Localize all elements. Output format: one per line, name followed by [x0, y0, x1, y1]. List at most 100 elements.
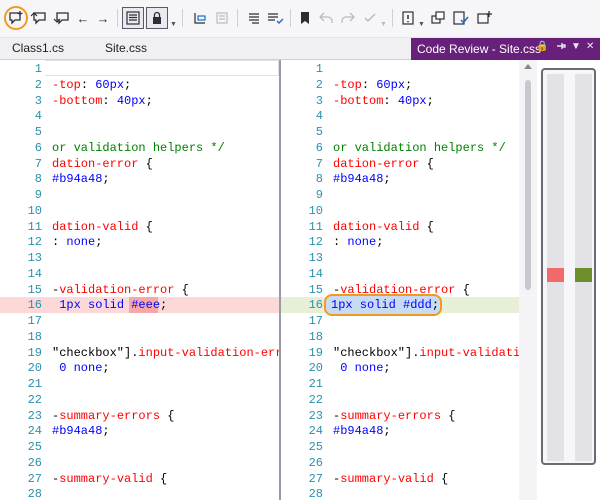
toolbar-separator	[290, 9, 291, 27]
line-number: 22	[308, 392, 323, 407]
code-line[interactable]: -top: 60px;	[333, 77, 412, 93]
line-number: 13	[27, 251, 42, 265]
scroll-up-icon[interactable]	[524, 64, 532, 69]
line-number: 6	[34, 140, 42, 155]
line-number: 3	[315, 93, 323, 108]
line-number: 27	[308, 471, 323, 486]
previous-change-icon[interactable]	[192, 8, 208, 28]
code-line[interactable]: -summary-valid {	[52, 471, 167, 487]
overview-added-marker[interactable]	[575, 268, 592, 282]
line-number: 5	[315, 125, 323, 139]
code-line[interactable]: #b94a48;	[52, 423, 110, 439]
review-check-icon[interactable]	[452, 8, 470, 28]
line-number: 7	[34, 156, 42, 171]
vertical-scrollbar[interactable]	[519, 60, 537, 500]
line-number: 23	[308, 408, 323, 423]
code-line[interactable]: -summary-errors {	[52, 408, 174, 424]
code-line[interactable]: -bottom: 40px;	[52, 93, 153, 109]
toolbar: ← → ▼ ▼ ▼	[0, 0, 600, 38]
line-number: 12	[308, 235, 323, 250]
line-number: 14	[27, 266, 42, 281]
code-line[interactable]: -bottom: 40px;	[333, 93, 434, 109]
tab-site-css[interactable]: Site.css	[105, 41, 147, 55]
code-line[interactable]: dation-valid {	[333, 219, 434, 235]
add-comment-icon[interactable]	[8, 8, 24, 28]
code-line[interactable]: -top: 60px;	[52, 77, 131, 93]
line-number: 17	[308, 314, 323, 328]
line-number: 7	[315, 156, 323, 171]
line-number: 11	[308, 219, 323, 234]
code-line[interactable]: "checkbox"].input-validation	[333, 345, 519, 361]
code-line[interactable]: -summary-valid {	[333, 471, 448, 487]
overview-deleted-marker[interactable]	[547, 268, 564, 282]
line-number: 21	[308, 377, 323, 391]
code-line[interactable]: 1px solid #eee;	[52, 297, 167, 313]
reply-disabled-icon	[318, 8, 334, 28]
lock-scroll-icon[interactable]	[149, 8, 165, 28]
line-number: 27	[27, 471, 42, 486]
line-number: 8	[315, 172, 323, 187]
line-number: 2	[315, 77, 323, 92]
line-number: 15	[308, 282, 323, 297]
line-number: 21	[27, 377, 42, 391]
toolbar-separator	[237, 9, 238, 27]
line-number: 4	[34, 109, 42, 124]
code-line[interactable]: #b94a48;	[333, 423, 391, 439]
issue-dropdown-icon[interactable]: ▼	[418, 21, 425, 28]
accept-disabled-icon	[362, 8, 378, 28]
line-number: 4	[315, 109, 323, 124]
code-line[interactable]: #b94a48;	[333, 171, 391, 187]
code-line[interactable]: "checkbox"].input-validation-erro	[52, 345, 279, 361]
tab-code-review-site-css[interactable]: Code Review - Site.css 🔒 ▼ ✕	[411, 38, 600, 60]
new-window-icon[interactable]	[476, 8, 494, 28]
toolbar-separator	[117, 9, 118, 27]
show-whitespace-icon[interactable]	[246, 8, 262, 28]
code-line[interactable]: dation-error {	[52, 156, 153, 172]
pin-icon[interactable]	[556, 41, 566, 54]
code-line[interactable]: or validation helpers */	[333, 140, 506, 156]
tab-overflow-icon[interactable]: ▼	[571, 41, 581, 52]
line-number: 19	[308, 345, 323, 360]
tab-class1-cs[interactable]: Class1.cs	[12, 41, 64, 55]
line-number: 2	[34, 77, 42, 92]
code-line[interactable]: or validation helpers */	[52, 140, 225, 156]
line-number: 6	[315, 140, 323, 155]
line-number: 9	[315, 188, 323, 202]
line-number: 28	[308, 487, 323, 500]
code-line[interactable]: dation-valid {	[52, 219, 153, 235]
line-number: 9	[34, 188, 42, 202]
side-by-side-icon[interactable]	[125, 8, 141, 28]
code-line[interactable]: : none;	[333, 234, 383, 250]
code-line[interactable]: dation-error {	[333, 156, 434, 172]
code-line[interactable]: 1px solid #ddd;	[331, 297, 439, 313]
line-number: 14	[308, 266, 323, 281]
code-line[interactable]: -validation-error {	[52, 282, 189, 298]
preview-lock-icon[interactable]: 🔒	[536, 41, 548, 52]
toolbar-overflow-icon[interactable]: ▼	[170, 21, 177, 28]
code-line[interactable]: -summary-errors {	[333, 408, 455, 424]
ignore-whitespace-icon[interactable]	[266, 8, 284, 28]
close-tab-icon[interactable]: ✕	[586, 41, 594, 52]
code-line[interactable]: 0 none;	[52, 360, 109, 376]
active-tab-label: Code Review - Site.css	[417, 42, 542, 56]
line-number: 23	[27, 408, 42, 423]
bookmark-icon[interactable]	[298, 8, 312, 28]
line-number: 1	[34, 62, 42, 76]
left-diff-pane[interactable]: 1 2 -top: 60px; 3 -bottom: 40px; 4 5 6 or valida…	[0, 60, 279, 500]
diff-overview-map[interactable]	[541, 68, 596, 465]
right-diff-pane[interactable]: 1 2 -top: 60px; 3 -bottom: 40px; 4 5 6 or valida…	[281, 60, 519, 500]
line-number: 12	[27, 235, 42, 250]
previous-comment-icon[interactable]	[30, 8, 48, 28]
issue-icon[interactable]	[400, 8, 416, 28]
back-arrow-icon[interactable]: ←	[76, 8, 90, 28]
code-line[interactable]: : none;	[52, 234, 102, 250]
code-line[interactable]: #b94a48;	[52, 171, 110, 187]
copy-window-icon[interactable]	[430, 8, 446, 28]
scroll-thumb[interactable]	[525, 80, 531, 290]
code-line[interactable]: 0 none;	[333, 360, 390, 376]
line-number: 20	[308, 361, 323, 376]
toolbar-separator	[392, 9, 393, 27]
next-comment-icon[interactable]	[53, 8, 71, 28]
forward-arrow-icon[interactable]: →	[96, 8, 110, 28]
toolbar-separator	[182, 9, 183, 27]
